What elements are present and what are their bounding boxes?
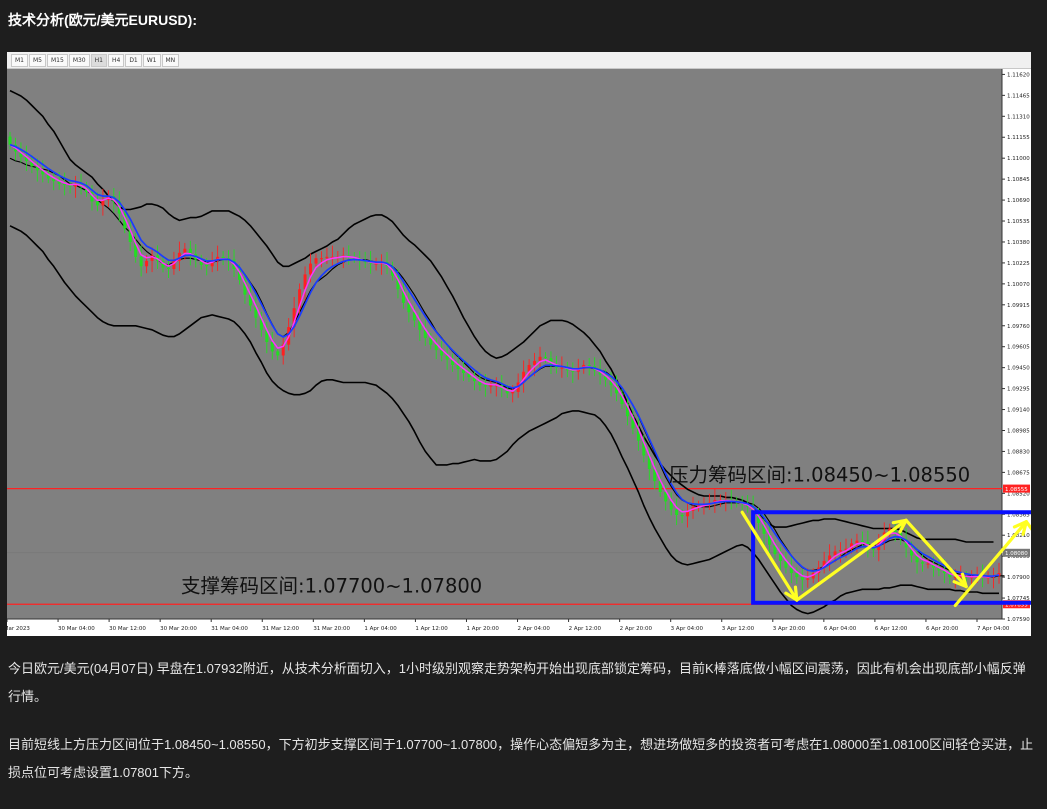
y-tick-label: 1.11465 [1007,93,1030,99]
price-chart-window[interactable]: M1 M5 M15 M30 H1 H4 D1 W1 MN 1.11620 1.11465 1.113… [7,52,1031,636]
price-tag-label: 1.08555 [1005,487,1028,493]
timeframe-button-m5[interactable]: M5 [29,53,46,67]
support-zone-label: 支撑筹码区间:1.07700~1.07800 [181,575,482,598]
y-tick-label: 1.10690 [1007,198,1030,204]
timeframe-button-mn[interactable]: MN [161,53,180,67]
x-tick-label: 3 Apr 20:00 [773,626,806,632]
candlestick-chart[interactable]: 1.11620 1.11465 1.11310 1.11155 1.11000 1.108… [7,69,1031,636]
timeframe-toolbar: M1 M5 M15 M30 H1 H4 D1 W1 MN [7,52,1031,69]
candle-body [270,341,274,352]
candle-body [139,256,143,267]
candle-body [314,258,318,264]
y-tick-label: 1.11155 [1007,135,1030,141]
timeframe-button-d1[interactable]: D1 [125,53,142,67]
x-tick-label: 6 Apr 04:00 [824,626,857,632]
y-tick-label: 1.09295 [1007,387,1030,393]
timeframe-button-w1[interactable]: W1 [142,53,161,67]
page-title: 技术分析(欧元/美元EURUSD): [8,12,197,28]
candle-body [800,577,804,580]
timeframe-button-h1[interactable]: H1 [90,53,107,67]
candle-body [538,356,542,361]
candle-body [95,201,99,206]
x-tick-label: 31 Mar 12:00 [262,626,299,632]
candle-body [855,540,859,544]
y-tick-label: 1.09140 [1007,408,1030,414]
candle-body [839,550,843,552]
x-tick-label: 3 Apr 04:00 [671,626,704,632]
x-tick-label: 30 Mar 2023 [7,626,30,632]
candle-body [145,260,149,267]
y-tick-label: 1.10225 [1007,261,1030,267]
y-tick-label: 1.09605 [1007,345,1030,351]
x-tick-label: 3 Apr 12:00 [722,626,755,632]
y-tick-label: 1.11000 [1007,156,1030,162]
x-tick-label: 2 Apr 12:00 [569,626,602,632]
timeframe-button-m15[interactable]: M15 [47,53,68,67]
candle-body [166,267,170,269]
candle-body [926,563,930,565]
y-tick-label: 1.09915 [1007,303,1030,309]
x-tick-label: 6 Apr 20:00 [926,626,959,632]
candle-body [489,385,493,387]
x-tick-label: 2 Apr 20:00 [620,626,653,632]
y-tick-label: 1.07590 [1007,617,1030,623]
timeframe-button-m30[interactable]: M30 [68,53,90,67]
timeframe-button-m1[interactable]: M1 [11,53,28,67]
candle-body [276,351,280,356]
candle-body [860,540,864,542]
y-tick-label: 1.08830 [1007,449,1030,455]
price-tag-label: 1.08080 [1005,551,1028,557]
candle-body [533,360,537,365]
y-tick-label: 1.11310 [1007,114,1030,120]
y-tick-label: 1.08985 [1007,428,1030,434]
timeframe-button-h4[interactable]: H4 [107,53,125,67]
x-tick-label: 1 Apr 12:00 [415,626,448,632]
candle-body [806,578,810,580]
candle-body [183,248,187,253]
x-tick-label: 6 Apr 12:00 [875,626,908,632]
candle-body [325,256,329,259]
x-tick-label: 31 Mar 20:00 [313,626,350,632]
y-tick-label: 1.10845 [1007,177,1030,183]
x-tick-label: 7 Apr 04:00 [977,626,1010,632]
y-tick-label: 1.10070 [1007,282,1030,288]
candle-body [483,385,487,387]
analysis-paragraph-1: 今日欧元/美元(04月07日) 早盘在1.07932附近，从技术分析面切入，1小… [8,661,1026,704]
y-tick-label: 1.09450 [1007,366,1030,372]
candle-body [795,573,799,578]
analysis-paragraph-2: 目前短线上方压力区间位于1.08450~1.08550，下方初步支撑区间于1.0… [8,737,1034,780]
plot-background [7,69,1002,619]
candle-body [560,367,564,369]
candle-body [319,258,323,260]
x-tick-label: 1 Apr 20:00 [466,626,499,632]
x-tick-label: 2 Apr 04:00 [518,626,551,632]
y-tick-label: 1.07900 [1007,575,1030,581]
x-tick-label: 30 Mar 04:00 [58,626,95,632]
candle-body [221,256,225,259]
y-tick-label: 1.10535 [1007,219,1030,225]
x-tick-label: 30 Mar 20:00 [160,626,197,632]
x-tick-label: 1 Apr 04:00 [364,626,397,632]
candle-body [8,136,12,145]
candle-body [309,263,313,275]
candle-body [543,356,547,359]
x-tick-label: 31 Mar 04:00 [211,626,248,632]
candle-body [680,514,684,517]
y-tick-label: 1.08675 [1007,470,1030,476]
y-tick-label: 1.11620 [1007,72,1030,78]
candle-body [374,263,378,265]
candle-body [205,264,209,267]
resistance-zone-label: 压力筹码区间:1.08450~1.08550 [669,463,970,486]
candle-body [675,509,679,515]
y-tick-label: 1.10380 [1007,240,1030,246]
candle-body [921,562,925,564]
x-tick-label: 30 Mar 12:00 [109,626,146,632]
y-tick-label: 1.09760 [1007,324,1030,330]
candle-body [511,391,515,394]
